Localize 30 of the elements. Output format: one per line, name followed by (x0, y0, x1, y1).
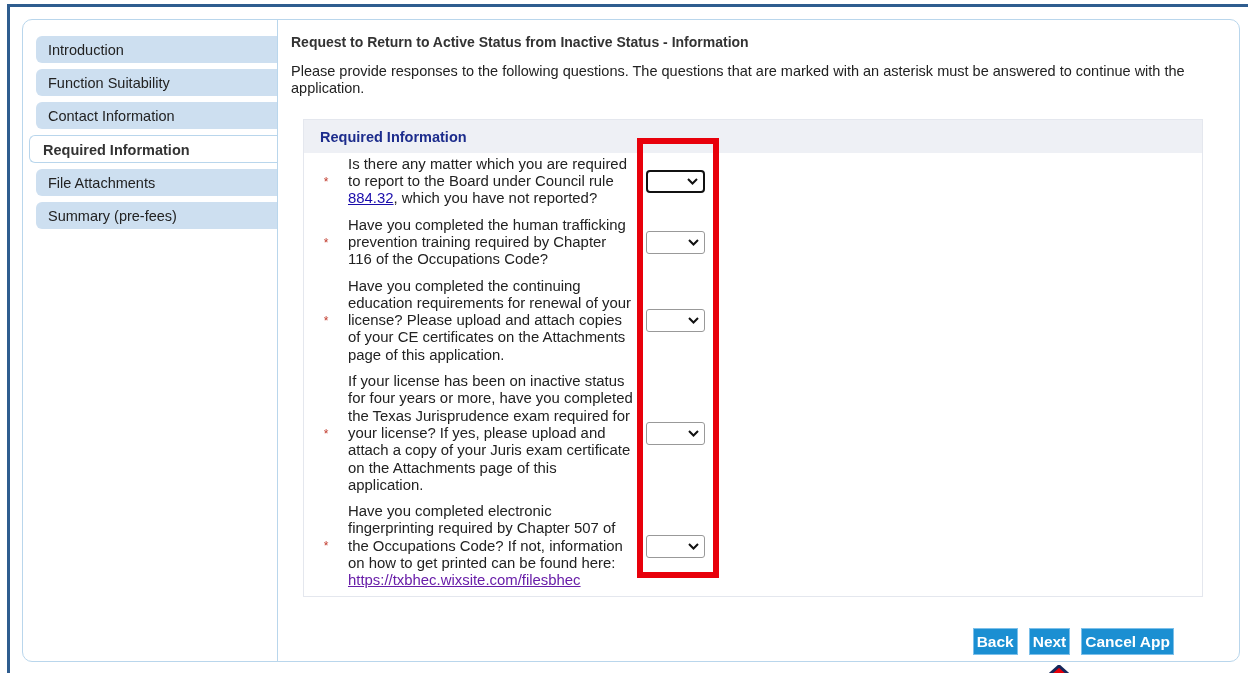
nav-button[interactable]: Back (972, 628, 1018, 655)
question-text: Have you completed the continuing education requirements for renewal of your license? Please upload and attach copies of your CE certificates on the Attachments page of this application. (348, 277, 633, 364)
instructions-text: Please provide responses to the following questions. The questions that are marked with an asterisk must be answered to continue with the application. (291, 63, 1186, 97)
required-asterisk: * (322, 234, 330, 252)
nav-button[interactable]: Next (1028, 628, 1071, 655)
link[interactable]: https://txbhec.wixsite.com/filesbhec (348, 572, 581, 589)
section-header: Required Information (304, 120, 1202, 153)
chevron-icon (688, 430, 699, 438)
question-text: Have you completed electronic fingerprinting required by Chapter 507 of the Occupations Code? If not, information on how to get printed can be found here: https://txbhec.wixsite.com/filesbhec (348, 503, 624, 590)
step-tab[interactable]: Required Information (29, 135, 277, 163)
link[interactable]: 884.32 (348, 190, 394, 207)
chevron-icon (688, 542, 699, 550)
step-tab[interactable]: File Attachments (36, 169, 277, 196)
question-text: Is there any matter which you are required to report to the Board under Council rule 884.32, which you have not reported? (348, 155, 628, 208)
nav-button[interactable]: Cancel App (1081, 628, 1174, 655)
chevron-icon (688, 317, 699, 325)
question-text: If your license has been on inactive status for four years or more, have you completed the Texas Jurisprudence exam required for your license? If yes, please upload and attach a copy of your Juris exam certificate on the Attachments page of this application. (348, 373, 634, 495)
chevron-icon (687, 178, 698, 186)
step-tab[interactable]: Introduction (36, 36, 277, 63)
step-tab[interactable]: Contact Information (36, 102, 277, 129)
page-title: Request to Return to Active Status from Inactive Status - Information (291, 33, 750, 52)
required-asterisk: * (322, 312, 330, 330)
required-asterisk: * (322, 425, 330, 443)
required-asterisk: * (322, 538, 330, 556)
dropdown[interactable] (646, 170, 705, 194)
step-tab[interactable]: Function Suitability (36, 69, 277, 96)
required-asterisk: * (322, 173, 330, 191)
step-tab[interactable]: Summary (pre-fees) (36, 202, 277, 229)
question-text: Have you completed the human trafficking prevention training required by Chapter 116 of the Occupations Code? (348, 216, 627, 269)
chevron-icon (688, 239, 699, 247)
